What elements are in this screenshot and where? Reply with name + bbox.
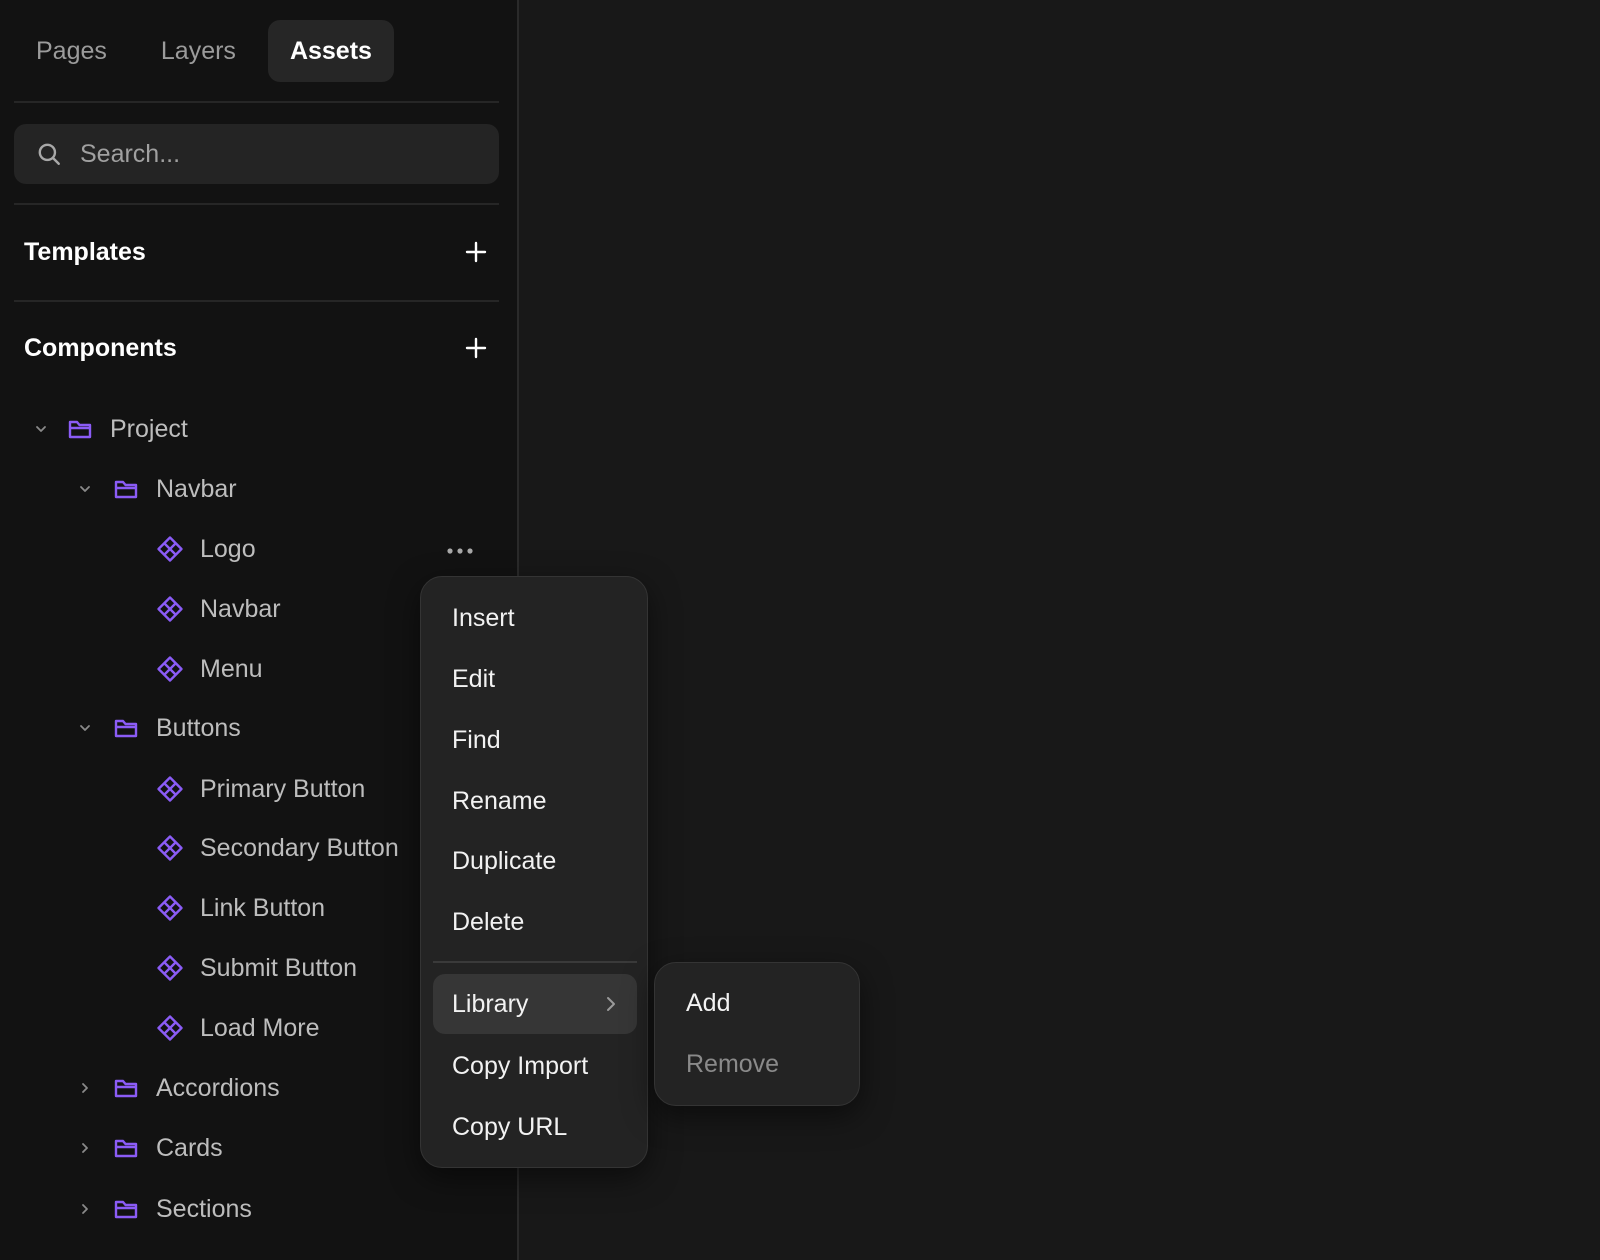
- tree-label: Primary Button: [200, 774, 366, 803]
- tree-folder-navbar[interactable]: Navbar: [74, 467, 237, 511]
- menu-item-duplicate[interactable]: Duplicate: [433, 831, 637, 891]
- tree-label: Buttons: [156, 713, 241, 742]
- menu-item-find[interactable]: Find: [433, 710, 637, 770]
- more-horizontal-icon: [447, 548, 473, 554]
- divider: [14, 203, 499, 205]
- search-box[interactable]: [14, 124, 499, 184]
- tree-component-navbar[interactable]: Navbar: [156, 587, 281, 631]
- tree-component-submit-button[interactable]: Submit Button: [156, 946, 357, 990]
- tree-folder-sections[interactable]: Sections: [74, 1187, 252, 1231]
- component-icon: [156, 775, 184, 803]
- chevron-down-icon[interactable]: [30, 418, 52, 440]
- add-component-button[interactable]: [458, 330, 494, 366]
- folder-icon: [112, 1074, 140, 1102]
- tab-assets[interactable]: Assets: [267, 20, 394, 82]
- divider: [14, 101, 499, 103]
- templates-title: Templates: [24, 237, 146, 266]
- tree-component-secondary-button[interactable]: Secondary Button: [156, 826, 399, 870]
- library-submenu: Add Remove: [654, 962, 860, 1106]
- submenu-item-remove: Remove: [686, 1049, 780, 1078]
- tree-label: Logo: [200, 534, 256, 563]
- tree-component-primary-button[interactable]: Primary Button: [156, 767, 365, 811]
- tree-label: Project: [110, 414, 188, 443]
- components-header: Components: [24, 328, 494, 368]
- tree-folder-accordions[interactable]: Accordions: [74, 1066, 280, 1110]
- menu-item-copy-url[interactable]: Copy URL: [433, 1097, 637, 1157]
- tree-label: Load More: [200, 1013, 320, 1042]
- menu-item-library[interactable]: Library: [433, 974, 637, 1034]
- tree-label: Navbar: [156, 474, 237, 503]
- chevron-right-icon: [607, 997, 615, 1011]
- chevron-right-icon[interactable]: [74, 1198, 96, 1220]
- chevron-right-icon[interactable]: [74, 1077, 96, 1099]
- menu-item-insert[interactable]: Insert: [433, 588, 637, 648]
- chevron-down-icon[interactable]: [74, 717, 96, 739]
- tab-pages[interactable]: Pages: [14, 20, 129, 82]
- component-icon: [156, 535, 184, 563]
- folder-icon: [112, 1195, 140, 1223]
- folder-icon: [66, 415, 94, 443]
- component-icon: [156, 894, 184, 922]
- add-template-button[interactable]: [458, 234, 494, 270]
- menu-item-rename[interactable]: Rename: [433, 771, 637, 831]
- tab-layers[interactable]: Layers: [139, 20, 258, 82]
- tree-folder-cards[interactable]: Cards: [74, 1126, 223, 1170]
- tree-label: Submit Button: [200, 953, 358, 982]
- tree-component-load-more[interactable]: Load More: [156, 1006, 320, 1050]
- more-options-button[interactable]: [443, 540, 477, 562]
- tree-label: Secondary Button: [200, 833, 399, 862]
- tree-label: Sections: [156, 1194, 252, 1223]
- component-icon: [156, 595, 184, 623]
- tree-label: Link Button: [200, 893, 326, 922]
- tree-folder-project[interactable]: Project: [30, 407, 188, 451]
- menu-item-delete[interactable]: Delete: [433, 892, 637, 952]
- component-icon: [156, 954, 184, 982]
- tree-label: Cards: [156, 1133, 223, 1162]
- plus-icon: [465, 337, 487, 359]
- components-title: Components: [24, 333, 177, 362]
- menu-separator: [433, 961, 637, 963]
- templates-header: Templates: [24, 232, 494, 272]
- divider: [14, 300, 499, 302]
- tree-label: Accordions: [156, 1073, 280, 1102]
- tree-folder-buttons[interactable]: Buttons: [74, 706, 241, 750]
- tree-label: Navbar: [200, 594, 281, 623]
- submenu-item-add[interactable]: Add: [667, 973, 849, 1033]
- menu-item-edit[interactable]: Edit: [433, 649, 637, 709]
- component-icon: [156, 834, 184, 862]
- search-input[interactable]: [80, 139, 460, 169]
- tree-component-logo[interactable]: Logo: [156, 527, 256, 571]
- folder-icon: [112, 714, 140, 742]
- sidebar-tabs: Pages Layers Assets: [14, 20, 394, 82]
- menu-item-label: Library: [452, 989, 529, 1018]
- folder-icon: [112, 475, 140, 503]
- context-menu: Insert Edit Find Rename Duplicate Delete…: [420, 576, 648, 1168]
- menu-item-copy-import[interactable]: Copy Import: [433, 1036, 637, 1096]
- search-icon: [38, 143, 60, 165]
- component-icon: [156, 655, 184, 683]
- component-icon: [156, 1014, 184, 1042]
- tree-label: Menu: [200, 654, 263, 683]
- chevron-down-icon[interactable]: [74, 478, 96, 500]
- plus-icon: [465, 241, 487, 263]
- app-root: Pages Layers Assets Templates Components: [0, 0, 1600, 1260]
- tree-component-menu[interactable]: Menu: [156, 647, 263, 691]
- tree-component-link-button[interactable]: Link Button: [156, 886, 325, 930]
- chevron-right-icon[interactable]: [74, 1137, 96, 1159]
- folder-icon: [112, 1134, 140, 1162]
